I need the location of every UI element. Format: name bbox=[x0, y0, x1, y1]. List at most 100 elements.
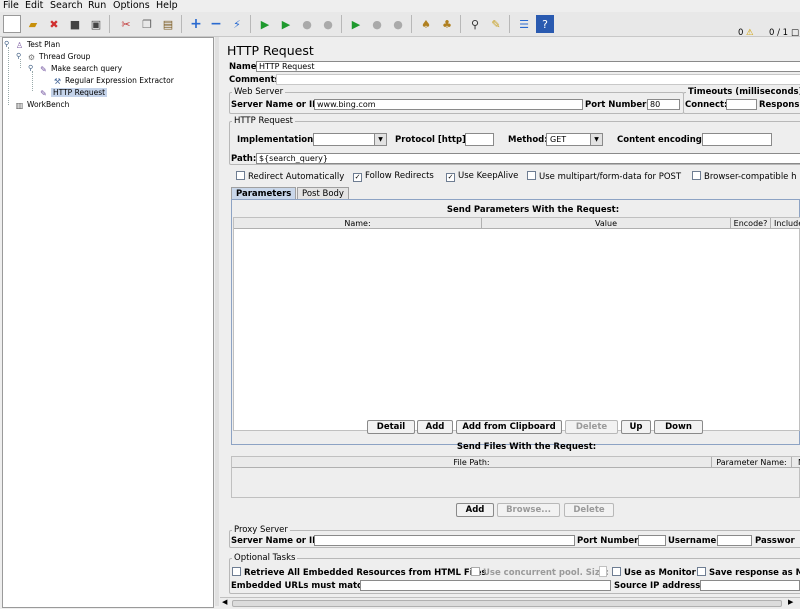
name-input[interactable]: HTTP Request bbox=[256, 61, 800, 72]
down-button[interactable]: Down bbox=[654, 420, 703, 434]
open-icon[interactable]: ▰ bbox=[24, 15, 42, 33]
extractor-icon: ⚒ bbox=[53, 76, 62, 86]
implementation-label: Implementation: bbox=[237, 135, 317, 145]
menu-file[interactable]: File bbox=[3, 0, 19, 12]
remote-stop-icon[interactable]: ● bbox=[368, 15, 386, 33]
save-as-icon[interactable]: ▣ bbox=[87, 15, 105, 33]
expand-icon[interactable]: + bbox=[187, 15, 205, 33]
tree-node-extractor[interactable]: ⚒ Regular Expression Extractor bbox=[53, 75, 174, 86]
column-mime[interactable]: M bbox=[792, 457, 800, 468]
source-ip-label: Source IP address: bbox=[614, 581, 704, 591]
embedded-urls-input[interactable] bbox=[360, 580, 611, 591]
files-table[interactable]: File Path: Parameter Name: M bbox=[231, 456, 800, 498]
port-input[interactable]: 80 bbox=[647, 99, 680, 110]
redirect-auto-checkbox[interactable]: Redirect Automatically bbox=[236, 171, 344, 182]
cut-icon[interactable]: ✂ bbox=[117, 15, 135, 33]
menu-search[interactable]: Search bbox=[50, 0, 83, 12]
tree-node-test-plan[interactable]: ♙ Test Plan bbox=[15, 39, 60, 50]
connect-timeout-input[interactable] bbox=[726, 99, 757, 110]
paste-icon[interactable]: ▤ bbox=[159, 15, 177, 33]
menu-options[interactable]: Options bbox=[113, 0, 150, 12]
comments-input[interactable] bbox=[276, 74, 800, 85]
browse-button[interactable]: Browse... bbox=[497, 503, 560, 517]
help-icon[interactable]: ? bbox=[536, 15, 554, 33]
scroll-left-icon[interactable]: ◀ bbox=[222, 598, 227, 606]
follow-redirects-checkbox[interactable]: ✓ Follow Redirects bbox=[353, 171, 434, 182]
params-table[interactable]: Name: Value Encode? Include bbox=[233, 217, 800, 431]
add-file-button[interactable]: Add bbox=[456, 503, 494, 517]
delete-file-button[interactable]: Delete bbox=[564, 503, 614, 517]
protocol-input[interactable] bbox=[465, 133, 494, 146]
menu-help[interactable]: Help bbox=[156, 0, 178, 12]
proxy-port-label: Port Number: bbox=[577, 536, 642, 546]
method-select[interactable]: GET ▼ bbox=[546, 133, 603, 146]
start-no-pause-icon[interactable]: ▶ bbox=[277, 15, 295, 33]
tree-node-workbench[interactable]: ▥ WorkBench bbox=[15, 99, 70, 110]
column-file-path[interactable]: File Path: bbox=[232, 457, 712, 468]
http-request-title: HTTP Request bbox=[232, 116, 295, 126]
clear-icon[interactable]: ♠ bbox=[417, 15, 435, 33]
remote-start-icon[interactable]: ▶ bbox=[347, 15, 365, 33]
expand-test-plan-icon[interactable]: ⚲ bbox=[4, 40, 9, 48]
source-ip-input[interactable] bbox=[700, 580, 800, 591]
path-input[interactable]: ${search_query} bbox=[256, 153, 800, 164]
proxy-server-input[interactable] bbox=[314, 535, 575, 546]
start-icon[interactable]: ▶ bbox=[256, 15, 274, 33]
search-icon[interactable]: ⚲ bbox=[466, 15, 484, 33]
toggle-icon[interactable]: ⚡ bbox=[228, 15, 246, 33]
function-helper-icon[interactable]: ☰ bbox=[515, 15, 533, 33]
clear-all-icon[interactable]: ♣ bbox=[438, 15, 456, 33]
sampler-icon: ✎ bbox=[40, 88, 47, 98]
server-input[interactable]: www.bing.com bbox=[314, 99, 583, 110]
implementation-select[interactable]: ▼ bbox=[313, 133, 387, 146]
tree-node-http-request[interactable]: ✎ HTTP Request bbox=[39, 87, 108, 98]
split-pane-divider[interactable] bbox=[215, 37, 219, 606]
reset-search-icon[interactable]: ✎ bbox=[487, 15, 505, 33]
encoding-input[interactable] bbox=[702, 133, 772, 146]
retrieve-embedded-checkbox[interactable]: Retrieve All Embedded Resources from HTM… bbox=[232, 567, 486, 578]
tab-post-body[interactable]: Post Body bbox=[297, 187, 349, 199]
proxy-port-input[interactable] bbox=[638, 535, 666, 546]
horizontal-scrollbar[interactable]: ◀ ▶ bbox=[220, 597, 800, 608]
new-icon[interactable] bbox=[3, 15, 21, 33]
tree-node-thread-group[interactable]: ⚙ Thread Group bbox=[27, 51, 91, 62]
remote-shutdown-icon[interactable]: ● bbox=[389, 15, 407, 33]
copy-icon[interactable]: ❐ bbox=[138, 15, 156, 33]
method-label: Method: bbox=[508, 135, 548, 145]
checkmark-icon: ✓ bbox=[446, 173, 455, 182]
add-from-clipboard-button[interactable]: Add from Clipboard bbox=[456, 420, 562, 434]
files-title: Send Files With the Request: bbox=[456, 442, 597, 452]
multipart-checkbox[interactable]: Use multipart/form-data for POST bbox=[527, 171, 681, 182]
connect-label: Connect: bbox=[685, 100, 728, 110]
use-as-monitor-checkbox[interactable]: Use as Monitor bbox=[612, 567, 696, 578]
shutdown-icon[interactable]: ● bbox=[319, 15, 337, 33]
close-icon[interactable]: ✖ bbox=[45, 15, 63, 33]
keepalive-checkbox[interactable]: ✓ Use KeepAlive bbox=[446, 171, 518, 182]
scrollbar-thumb[interactable] bbox=[232, 600, 782, 607]
expand-controller-icon[interactable]: ⚲ bbox=[28, 64, 33, 72]
collapse-icon[interactable]: − bbox=[207, 15, 225, 33]
save-md5-checkbox[interactable]: Save response as M bbox=[697, 567, 800, 578]
add-param-button[interactable]: Add bbox=[417, 420, 453, 434]
pool-size-input[interactable] bbox=[599, 566, 607, 577]
tree-node-controller[interactable]: ✎ Make search query bbox=[39, 63, 122, 74]
browser-headers-checkbox[interactable]: Browser-compatible h bbox=[692, 171, 797, 182]
up-button[interactable]: Up bbox=[621, 420, 651, 434]
column-encode[interactable]: Encode? bbox=[731, 218, 771, 229]
stop-icon[interactable]: ● bbox=[298, 15, 316, 33]
scroll-right-icon[interactable]: ▶ bbox=[788, 598, 793, 606]
column-parameter-name[interactable]: Parameter Name: bbox=[712, 457, 792, 468]
column-value[interactable]: Value bbox=[482, 218, 731, 229]
test-plan-icon: ♙ bbox=[15, 40, 24, 50]
menu-run[interactable]: Run bbox=[88, 0, 106, 12]
delete-param-button[interactable]: Delete bbox=[565, 420, 618, 434]
tab-parameters[interactable]: Parameters bbox=[231, 187, 297, 199]
menu-edit[interactable]: Edit bbox=[25, 0, 43, 12]
concurrent-pool-checkbox[interactable]: Use concurrent pool. Size: bbox=[471, 567, 609, 578]
column-name[interactable]: Name: bbox=[234, 218, 482, 229]
detail-button[interactable]: Detail bbox=[367, 420, 415, 434]
column-include[interactable]: Include bbox=[771, 218, 800, 229]
proxy-user-input[interactable] bbox=[717, 535, 752, 546]
save-icon[interactable]: ■ bbox=[66, 15, 84, 33]
expand-thread-group-icon[interactable]: ⚲ bbox=[16, 52, 21, 60]
